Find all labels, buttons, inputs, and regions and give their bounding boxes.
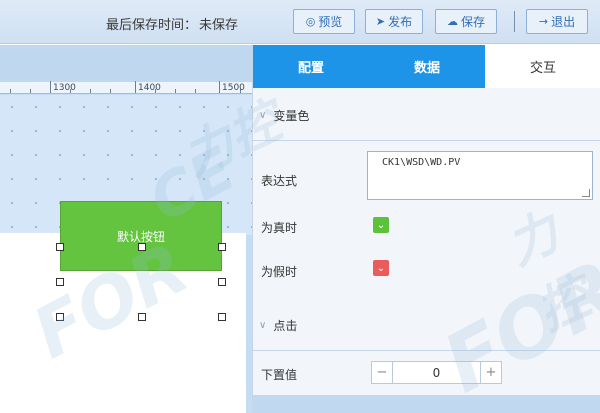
decrement-button[interactable]: − (372, 362, 392, 383)
section-click-label: 点击 (273, 318, 298, 333)
expression-label: 表达式 (261, 174, 298, 188)
publish-label: 发布 (388, 15, 413, 29)
default-button-widget[interactable]: 默认按钮 (60, 201, 222, 271)
default-button-label: 默认按钮 (116, 229, 165, 244)
eye-icon: ◎ (305, 15, 316, 28)
tab-data[interactable]: 数据 (369, 45, 485, 88)
save-label: 保存 (460, 15, 485, 29)
tab-interaction[interactable]: 交互 (485, 45, 600, 88)
resize-handle[interactable] (218, 243, 226, 251)
resize-handle[interactable] (56, 278, 64, 286)
section-variable-color-label: 变量色 (273, 108, 310, 123)
top-toolbar: 最后保存时间： 未保存 ◎ 预览 ➤ 发布 ☁ 保存 → 退出 (0, 0, 600, 44)
ruler-label: 1500 (222, 83, 245, 93)
expression-value: CK1\WSD\WD.PV (382, 157, 461, 168)
resize-handle[interactable] (138, 243, 146, 251)
false-color-label: 为假时 (261, 265, 298, 279)
preview-button[interactable]: ◎ 预览 (293, 9, 355, 34)
true-color-label: 为真时 (261, 221, 298, 235)
panel-footer-strip (253, 395, 600, 413)
section-divider (253, 350, 600, 351)
ruler-tick (10, 89, 11, 93)
section-divider (253, 140, 600, 141)
increment-button[interactable]: + (481, 362, 501, 383)
send-icon: ➤ (375, 15, 386, 28)
true-color-picker[interactable]: ⌄ (373, 217, 389, 233)
canvas-header-strip (0, 45, 252, 82)
publish-button[interactable]: ➤ 发布 (365, 9, 423, 34)
property-panel: 配置 数据 交互 ∨ 变量色 表达式 CK1\WSD\WD.PV 为真时 ⌄ 为… (252, 45, 600, 413)
cloud-icon: ☁ (446, 15, 458, 28)
arrow-right-icon: → (538, 15, 549, 28)
tab-config[interactable]: 配置 (253, 45, 369, 88)
chevron-down-icon: ∨ (259, 109, 267, 121)
false-color-picker[interactable]: ⌄ (373, 260, 389, 276)
section-variable-color[interactable]: ∨ 变量色 (253, 100, 600, 130)
ruler-tick (135, 81, 136, 93)
ruler-tick (110, 89, 111, 93)
toolbar-divider (514, 11, 515, 32)
ruler-tick (219, 81, 220, 93)
panel-tabs: 配置 数据 交互 (253, 45, 600, 88)
section-click[interactable]: ∨ 点击 (253, 310, 600, 340)
ruler-tick (90, 89, 91, 93)
exit-button[interactable]: → 退出 (526, 9, 588, 34)
ruler-tick (30, 89, 31, 93)
chevron-down-icon: ⌄ (376, 219, 386, 231)
ruler-tick (50, 81, 51, 93)
ruler-tick (175, 89, 176, 93)
chevron-down-icon: ∨ (259, 319, 267, 331)
preview-label: 预览 (318, 15, 343, 29)
chevron-down-icon: ⌄ (376, 262, 386, 274)
ruler-label: 1300 (53, 83, 76, 93)
save-status-label: 最后保存时间： (106, 18, 198, 33)
resize-handle[interactable] (56, 313, 64, 321)
ruler-tick (195, 89, 196, 93)
setvalue-input[interactable]: 0 (392, 362, 481, 383)
expression-input[interactable]: CK1\WSD\WD.PV (367, 151, 593, 200)
resize-handle[interactable] (218, 313, 226, 321)
resize-grip-icon[interactable] (582, 189, 590, 197)
exit-label: 退出 (551, 15, 576, 29)
resize-handle[interactable] (218, 278, 226, 286)
save-button[interactable]: ☁ 保存 (435, 9, 497, 34)
horizontal-ruler: 1300 1400 1500 (0, 81, 252, 94)
resize-handle[interactable] (138, 313, 146, 321)
save-status: 最后保存时间： 未保存 (106, 14, 238, 33)
ruler-label: 1400 (138, 83, 161, 93)
setvalue-label: 下置值 (261, 368, 298, 382)
resize-handle[interactable] (56, 243, 64, 251)
setvalue-stepper[interactable]: − 0 + (371, 361, 502, 384)
save-status-value: 未保存 (199, 18, 239, 33)
